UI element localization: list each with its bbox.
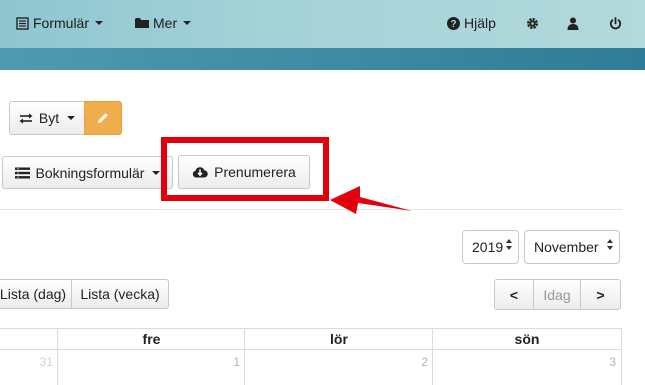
calendar-day-cell[interactable]: 3 xyxy=(432,349,622,385)
today-button[interactable]: Idag xyxy=(533,279,581,310)
year-value: 2019 xyxy=(472,239,504,255)
spinner-arrows-icon xyxy=(506,239,512,250)
spinner-arrows-icon xyxy=(607,239,613,250)
calendar-header-son: sön xyxy=(432,328,622,350)
view-list-day-button[interactable]: Lista (dag) xyxy=(0,279,72,309)
view-list-week-label: Lista (vecka) xyxy=(80,286,160,302)
month-select[interactable]: November xyxy=(524,230,620,264)
calendar-day-cell[interactable]: 31 xyxy=(0,349,58,385)
month-value: November xyxy=(534,239,599,255)
calendar-header-fre: fre xyxy=(57,328,245,350)
view-list-day-label: Lista (dag) xyxy=(0,286,67,302)
calendar-day-cell[interactable]: 2 xyxy=(244,349,433,385)
year-select[interactable]: 2019 xyxy=(462,230,519,264)
view-list-week-button[interactable]: Lista (vecka) xyxy=(71,279,169,309)
calendar-day-cell[interactable]: 1 xyxy=(57,349,245,385)
calendar-header-lor: lör xyxy=(244,328,433,350)
prev-month-button[interactable]: < xyxy=(494,279,534,310)
today-label: Idag xyxy=(543,286,571,303)
calendar-header-cell xyxy=(0,328,58,350)
next-month-button[interactable]: > xyxy=(580,279,621,310)
chevron-right-icon: > xyxy=(596,286,605,303)
chevron-left-icon: < xyxy=(509,286,519,303)
